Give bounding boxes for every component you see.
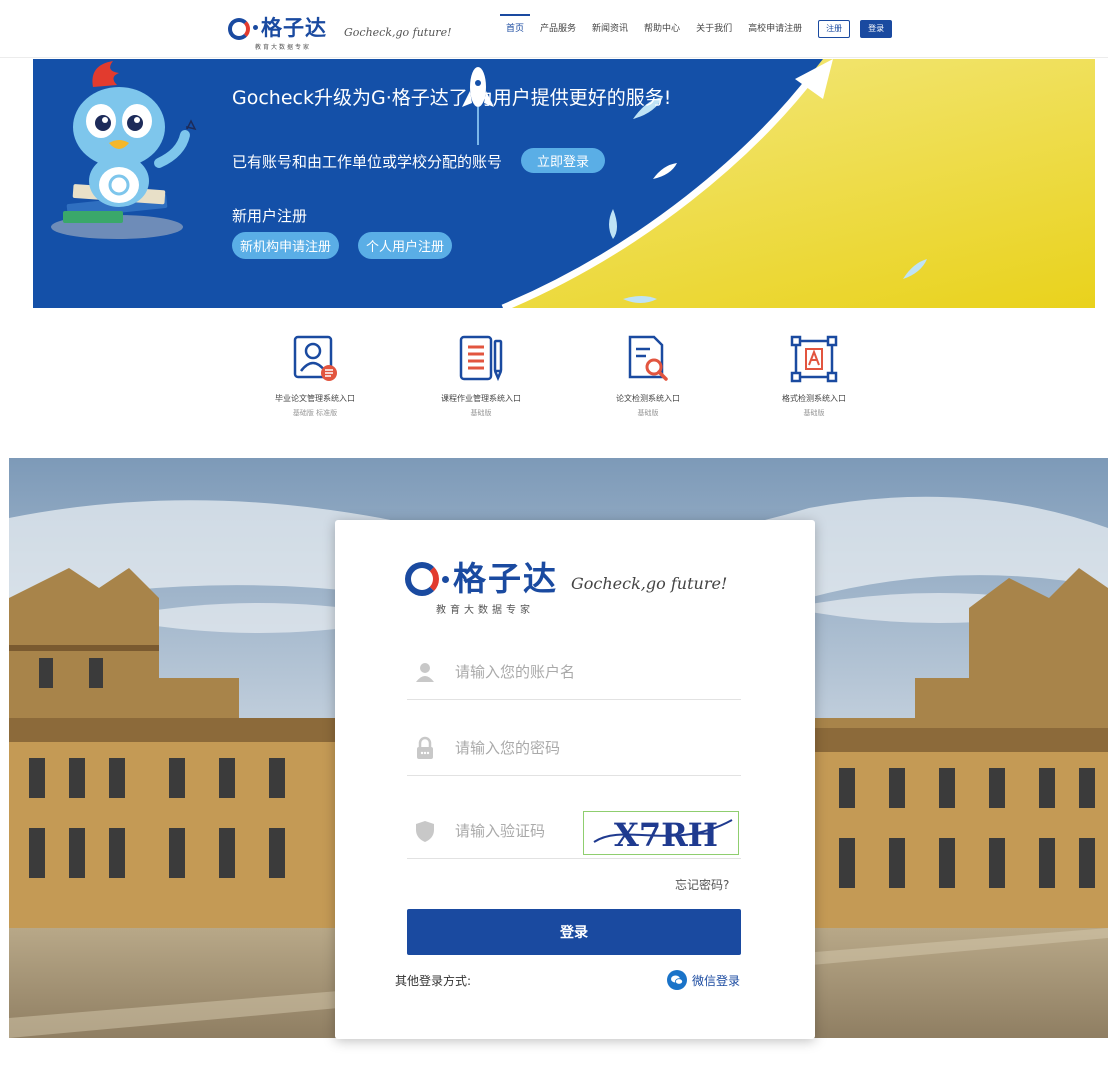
other-login-methods-label: 其他登录方式: — [395, 974, 472, 988]
entry-label: 课程作业管理系统入口 — [441, 394, 521, 403]
lock-icon — [417, 736, 433, 759]
wechat-login-link[interactable]: 微信登录 — [667, 970, 740, 990]
entry-format-check[interactable]: 格式检测系统入口 基础版 — [739, 333, 889, 418]
nav-item-news[interactable]: 新闻资讯 — [592, 0, 628, 58]
nav-login-button[interactable]: 登录 — [860, 20, 893, 38]
main-menu: 首页 产品服务 新闻资讯 帮助中心 关于我们 高校申请注册 注册 登录 — [499, 0, 902, 58]
bird-mascot-illustration — [51, 61, 197, 239]
org-register-button[interactable]: 新机构申请注册 — [232, 232, 340, 259]
entry-thesis-management[interactable]: 毕业论文管理系统入口 基础版 标准版 — [240, 333, 390, 418]
nav-item-help[interactable]: 帮助中心 — [644, 0, 680, 58]
entry-label: 论文检测系统入口 — [616, 394, 680, 403]
top-navigation: 格子达 教育大数据专家 Gocheck,go future! 首页 产品服务 新… — [0, 0, 1108, 58]
entry-paper-check[interactable]: 论文检测系统入口 基础版 — [573, 333, 723, 418]
nav-item-home[interactable]: 首页 — [499, 0, 531, 58]
captcha-image[interactable]: X7RH — [583, 811, 739, 855]
login-card: 格子达 教育大数据专家 Gocheck,go future! X7RH 忘 — [335, 520, 815, 1039]
logo-subtitle: 教育大数据专家 — [436, 605, 534, 616]
logo-g-icon — [228, 18, 250, 40]
nav-item-university-register[interactable]: 高校申请注册 — [748, 0, 802, 58]
nav-slogan: Gocheck,go future! — [344, 26, 452, 39]
entry-label: 格式检测系统入口 — [782, 394, 846, 403]
banner-title: Gocheck升级为G·格子达了 为用户提供更好的服务! — [232, 87, 672, 109]
logo-subtitle: 教育大数据专家 — [254, 44, 311, 51]
username-input[interactable] — [455, 658, 695, 686]
entry-coursework-management[interactable]: 课程作业管理系统入口 基础版 — [406, 333, 556, 418]
logo-dot-icon — [253, 25, 258, 30]
register-button[interactable]: 注册 — [818, 20, 851, 38]
forgot-password-link[interactable]: 忘记密码? — [675, 876, 729, 893]
entry-label: 毕业论文管理系统入口 — [275, 394, 355, 403]
personal-register-button[interactable]: 个人用户注册 — [358, 232, 453, 259]
wechat-login-label: 微信登录 — [692, 973, 741, 988]
user-icon — [416, 663, 434, 682]
entry-edition: 基础版 标准版 — [292, 409, 338, 417]
banner-new-user-heading: 新用户注册 — [232, 207, 308, 225]
logo-slogan: Gocheck,go future! — [571, 574, 728, 593]
login-submit-button[interactable]: 登录 — [407, 909, 741, 955]
logo-text: 格子达 — [261, 16, 327, 40]
logo-text: 格子达 — [453, 559, 558, 598]
document-pen-icon — [459, 335, 503, 382]
password-field — [407, 724, 741, 776]
format-frame-icon — [790, 335, 838, 383]
site-logo[interactable]: 格子达 教育大数据专家 — [228, 14, 338, 54]
captcha-field: X7RH — [407, 807, 741, 859]
entry-edition: 基础版 — [803, 409, 825, 417]
document-search-icon — [628, 335, 668, 381]
entry-edition: 基础版 — [637, 409, 659, 417]
captcha-input[interactable] — [455, 817, 575, 845]
login-logo: 格子达 教育大数据专家 Gocheck,go future! — [405, 558, 745, 628]
entry-edition: 基础版 — [470, 409, 492, 417]
thesis-user-icon — [293, 335, 337, 381]
hero-banner: Gocheck升级为G·格子达了 为用户提供更好的服务! 已有账号和由工作单位或… — [33, 59, 1095, 308]
nav-item-products[interactable]: 产品服务 — [540, 0, 576, 58]
wechat-icon — [667, 970, 687, 990]
banner-login-now-button[interactable]: 立即登录 — [521, 148, 606, 173]
banner-existing-account-text: 已有账号和由工作单位或学校分配的账号 — [232, 153, 503, 171]
logo-dot-icon — [442, 576, 449, 583]
nav-item-about[interactable]: 关于我们 — [696, 0, 732, 58]
password-input[interactable] — [455, 734, 695, 762]
logo-g-icon — [405, 562, 439, 596]
username-field — [407, 648, 741, 700]
shield-icon — [416, 821, 434, 842]
